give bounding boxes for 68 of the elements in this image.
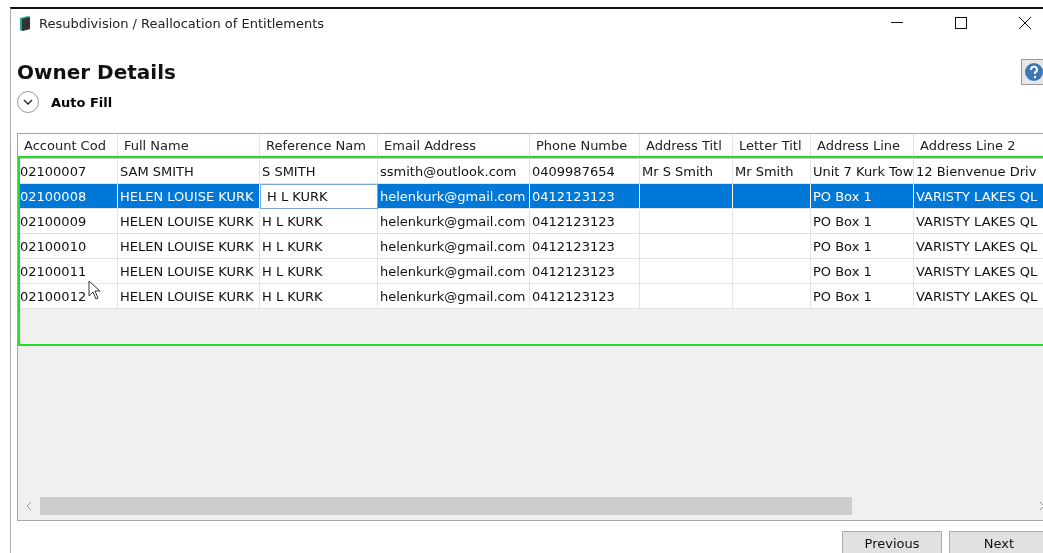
table-cell: PO Box 1: [811, 234, 914, 259]
table-cell: helenkurk@gmail.com: [378, 209, 530, 234]
table-cell: 0412123123: [530, 184, 640, 209]
nav-button[interactable]: Next: [949, 531, 1043, 553]
table-cell: helenkurk@gmail.com: [378, 234, 530, 259]
table-cell: Mr S Smith: [640, 159, 733, 184]
auto-fill-label: Auto Fill: [51, 94, 113, 110]
table-cell: VARISTY LAKES QL: [914, 259, 1043, 284]
table-cell: HELEN LOUISE KURK: [118, 209, 260, 234]
table-cell: PO Box 1: [811, 259, 914, 284]
table-cell: 0412123123: [530, 284, 640, 309]
table-cell: 02100009: [18, 209, 118, 234]
mouse-pointer-icon: [88, 280, 102, 300]
table-cell: 0412123123: [530, 209, 640, 234]
table-cell: 12 Bienvenue Driv: [914, 159, 1043, 184]
table-cell: H L KURK: [260, 259, 378, 284]
table-cell: ssmith@outlook.com: [378, 159, 530, 184]
table-cell: HELEN LOUISE KURK: [118, 284, 260, 309]
table-cell: 02100010: [18, 234, 118, 259]
help-icon: [1024, 62, 1043, 82]
table-cell: 0409987654: [530, 159, 640, 184]
table-cell: SAM SMITH: [118, 159, 260, 184]
table-cell: VARISTY LAKES QL: [914, 184, 1043, 209]
column-header[interactable]: Address Titl: [640, 134, 733, 159]
column-header[interactable]: Email Address: [378, 134, 530, 159]
table-cell: 02100012: [18, 284, 118, 309]
table-cell: 02100011: [18, 259, 118, 284]
table-cell: VARISTY LAKES QL: [914, 209, 1043, 234]
cell-editor[interactable]: H L KURK: [260, 184, 378, 209]
page-heading: Owner Details: [17, 60, 177, 84]
column-header[interactable]: Phone Numbe: [530, 134, 640, 159]
column-header[interactable]: Letter Titl: [733, 134, 811, 159]
table-cell: helenkurk@gmail.com: [378, 184, 530, 209]
table-cell: PO Box 1: [811, 184, 914, 209]
table-cell: helenkurk@gmail.com: [378, 259, 530, 284]
column-header[interactable]: Reference Nam: [260, 134, 378, 159]
table-cell: Mr Smith: [733, 159, 811, 184]
table-cell: S SMITH: [260, 159, 378, 184]
chevron-icon: [23, 99, 33, 105]
table-cell: Unit 7 Kurk Tow: [811, 159, 914, 184]
table-cell: HELEN LOUISE KURK: [118, 184, 260, 209]
nav-button[interactable]: Previous: [842, 531, 942, 553]
table-cell: VARISTY LAKES QL: [914, 234, 1043, 259]
table-cell: PO Box 1: [811, 284, 914, 309]
table-cell: H L KURK: [260, 234, 378, 259]
table-cell: PO Box 1: [811, 209, 914, 234]
table-cell: helenkurk@gmail.com: [378, 284, 530, 309]
close-icon: [1019, 17, 1031, 29]
window-title: Resubdivision / Reallocation of Entitlements: [39, 15, 326, 31]
column-header[interactable]: Address Line: [811, 134, 914, 159]
table-cell: HELEN LOUISE KURK: [118, 234, 260, 259]
expand-toggle[interactable]: [17, 91, 39, 113]
table-cell: VARISTY LAKES QL: [914, 284, 1043, 309]
scrollbar-thumb[interactable]: [40, 497, 852, 515]
column-header[interactable]: Full Name: [118, 134, 260, 159]
help-button[interactable]: [1021, 59, 1043, 85]
maximize-icon: [955, 17, 967, 29]
table-cell: H L KURK: [260, 284, 378, 309]
column-header[interactable]: Address Line 2: [914, 134, 1043, 159]
minimize-icon: [891, 22, 903, 24]
column-header[interactable]: Account Cod: [18, 134, 118, 159]
table-cell: HELEN LOUISE KURK: [118, 259, 260, 284]
table-cell: 0412123123: [530, 259, 640, 284]
app-icon: [19, 15, 31, 31]
table-cell: 02100008: [18, 184, 118, 209]
table-cell: 0412123123: [530, 234, 640, 259]
table-cell: 02100007: [18, 159, 118, 184]
table-cell: H L KURK: [260, 209, 378, 234]
